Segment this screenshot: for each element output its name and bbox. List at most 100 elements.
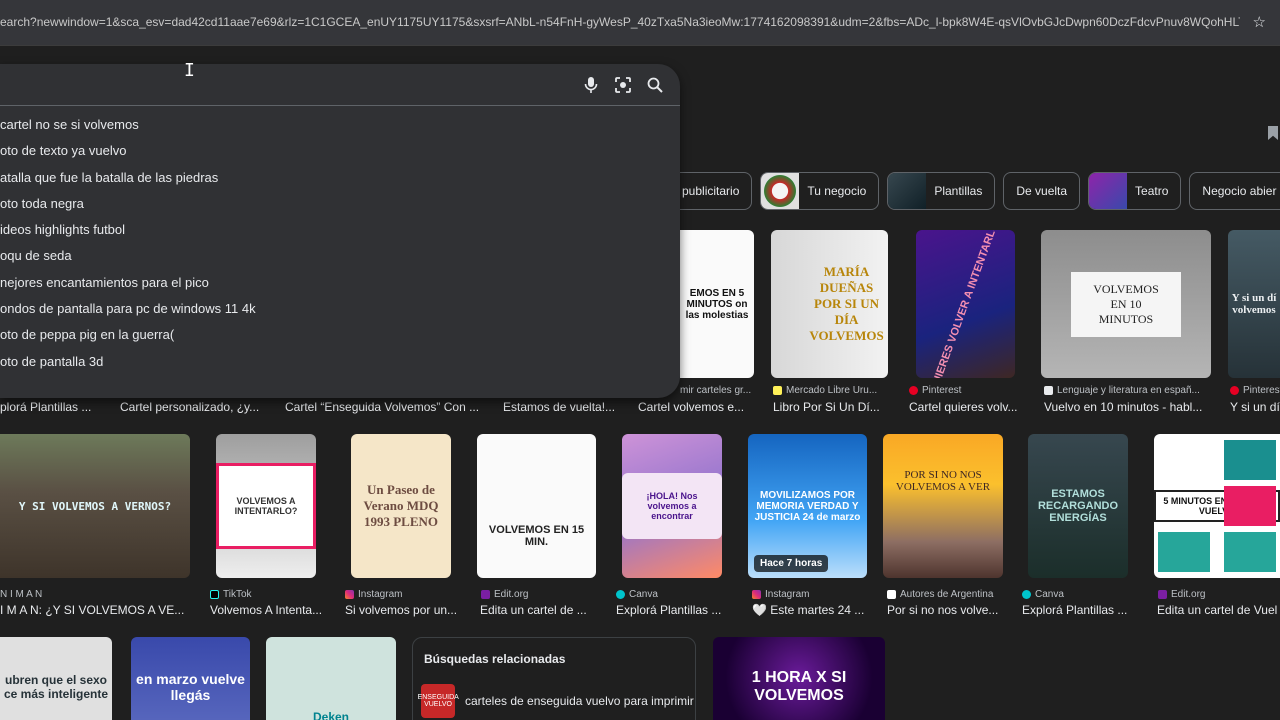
suggestion-item[interactable]: ideos highlights futbol bbox=[0, 217, 680, 243]
image-result[interactable]: ESTAMOS RECARGANDO ENERGÍAS bbox=[1028, 434, 1128, 578]
image-caption[interactable]: Explorá Plantillas ... bbox=[616, 603, 731, 617]
search-input[interactable] bbox=[12, 74, 552, 96]
image-caption[interactable]: 🤍 Este martes 24 ... bbox=[752, 603, 867, 617]
image-text: Un Paseo de Verano MDQ 1993 PLENO bbox=[363, 482, 439, 529]
tiktok-icon bbox=[210, 590, 219, 599]
image-result[interactable]: 1 HORA X SI VOLVEMOS bbox=[713, 637, 885, 720]
source-name: Edit.org bbox=[1171, 589, 1206, 600]
suggestion-item[interactable]: ondos de pantalla para pc de windows 11 … bbox=[0, 296, 680, 322]
source-name: Pinterest bbox=[922, 385, 962, 396]
star-icon[interactable]: ☆ bbox=[1253, 13, 1266, 31]
suggestion-item[interactable]: oto toda negra bbox=[0, 191, 680, 217]
image-result[interactable]: MOVILIZAMOS POR MEMORIA VERDAD Y JUSTICI… bbox=[748, 434, 867, 578]
image-text: POR SI NO NOS VOLVEMOS A VER bbox=[895, 469, 991, 493]
image-text: 1 HORA X SI VOLVEMOS bbox=[751, 669, 847, 704]
image-text: VOLVEMOS A INTENTARLO? bbox=[216, 463, 316, 549]
image-caption[interactable]: I M A N: ¿Y SI VOLVEMOS A VE... bbox=[0, 603, 190, 617]
image-caption[interactable]: Vuelvo en 10 minutos - habl... bbox=[1044, 400, 1214, 414]
chip-label: Teatro bbox=[1135, 184, 1169, 198]
suggestion-item[interactable]: nejores encantamientos para el pico bbox=[0, 270, 680, 296]
suggestion-item[interactable]: oto de peppa pig en la guerra( bbox=[0, 322, 680, 348]
image-result[interactable]: Y SI VOLVEMOS A VERNOS? bbox=[0, 434, 190, 578]
image-caption[interactable]: plorá Plantillas ... bbox=[0, 400, 100, 414]
suggestion-item[interactable]: atalla que fue la batalla de las piedras bbox=[0, 165, 680, 191]
canva-icon bbox=[616, 590, 625, 599]
suggestion-list: cartel no se si volvemos oto de texto ya… bbox=[0, 112, 680, 375]
image-result[interactable]: POR SI NO NOS VOLVEMOS A VER bbox=[883, 434, 1003, 578]
suggestion-item[interactable]: cartel no se si volvemos bbox=[0, 112, 680, 138]
chip-label: publicitario bbox=[682, 184, 740, 198]
image-caption[interactable]: Edita un cartel de ... bbox=[480, 603, 595, 617]
image-result[interactable]: MARÍA DUEÑAS POR SI UN DÍA VOLVEMOS bbox=[771, 230, 888, 378]
browser-address-bar[interactable]: earch?newwindow=1&sca_esv=dad42cd11aae7e… bbox=[0, 0, 1280, 46]
image-result[interactable]: Y si un dí volvemos bbox=[1228, 230, 1280, 378]
chip-thumbnail bbox=[1089, 173, 1128, 209]
image-source[interactable]: Autores de Argentina bbox=[887, 589, 1012, 600]
image-source[interactable]: Pinterest bbox=[1230, 385, 1280, 396]
editorg-icon bbox=[481, 590, 490, 599]
related-search-item[interactable]: ENSEGUIDA VUELVO carteles de enseguida v… bbox=[418, 684, 694, 718]
image-text: MOVILIZAMOS POR MEMORIA VERDAD Y JUSTICI… bbox=[754, 489, 861, 523]
image-result[interactable]: Un Paseo de Verano MDQ 1993 PLENO bbox=[351, 434, 451, 578]
image-caption[interactable]: Cartel “Enseguida Volvemos” Con ... bbox=[285, 400, 485, 414]
image-source[interactable]: TikTok bbox=[210, 589, 330, 600]
image-result[interactable]: VOLVEMOS EN 15 MIN. bbox=[477, 434, 596, 578]
image-source[interactable]: Edit.org bbox=[1158, 589, 1278, 600]
chip-de-vuelta[interactable]: De vuelta bbox=[1003, 172, 1081, 210]
chip-publicitario[interactable]: publicitario bbox=[676, 172, 753, 210]
image-result[interactable]: 5 MINUTOS EN SEGUIDA VUELVO bbox=[1154, 434, 1280, 578]
image-source[interactable]: Instagram bbox=[752, 589, 872, 600]
image-result[interactable]: Deken bbox=[266, 637, 396, 720]
image-text: ubren que el sexo ce más inteligente bbox=[3, 673, 109, 701]
instagram-icon bbox=[752, 590, 761, 599]
suggestion-item[interactable]: oto de texto ya vuelvo bbox=[0, 138, 680, 164]
image-caption[interactable]: Estamos de vuelta!... bbox=[503, 400, 623, 414]
chip-thumbnail bbox=[888, 173, 927, 209]
image-caption[interactable]: Cartel personalizado, ¿y... bbox=[120, 400, 270, 414]
image-result[interactable]: en marzo vuelve llegás bbox=[131, 637, 250, 720]
url-text[interactable]: earch?newwindow=1&sca_esv=dad42cd11aae7e… bbox=[0, 15, 1240, 29]
image-caption[interactable]: Libro Por Si Un Dí... bbox=[773, 400, 888, 414]
chip-negocio-abierto[interactable]: Negocio abier bbox=[1189, 172, 1280, 210]
image-text: Deken bbox=[312, 710, 350, 720]
image-caption[interactable]: Si volvemos por un... bbox=[345, 603, 460, 617]
image-text: Y si un dí volvemos bbox=[1231, 292, 1277, 316]
chip-teatro[interactable]: Teatro bbox=[1088, 172, 1182, 210]
chip-tu-negocio[interactable]: Tu negocio bbox=[760, 172, 880, 210]
image-caption[interactable]: Cartel volvemos e... bbox=[638, 400, 748, 414]
suggestion-item[interactable]: oto de pantalla 3d bbox=[0, 349, 680, 375]
image-result[interactable]: VOLVEMOS A INTENTARLO? bbox=[216, 434, 316, 578]
filter-chips: publicitario Tu negocio Plantillas De vu… bbox=[676, 172, 1280, 210]
image-caption[interactable]: Explorá Plantillas ... bbox=[1022, 603, 1137, 617]
image-result[interactable]: ubren que el sexo ce más inteligente bbox=[0, 637, 112, 720]
image-text: EMOS EN 5 MINUTOS on las molestias bbox=[685, 287, 749, 321]
search-icon[interactable] bbox=[644, 74, 666, 96]
source-name: Instagram bbox=[358, 589, 403, 600]
image-caption[interactable]: Y si un dí bbox=[1230, 400, 1280, 414]
image-source[interactable]: Canva bbox=[616, 589, 736, 600]
image-caption[interactable]: Cartel quieres volv... bbox=[909, 400, 1024, 414]
image-result[interactable]: EMOS EN 5 MINUTOS on las molestias bbox=[680, 230, 754, 378]
image-source[interactable]: Mercado Libre Uru... bbox=[773, 385, 888, 396]
image-result[interactable]: ¡HOLA! Nos volvemos a encontrar bbox=[622, 434, 722, 578]
lens-icon[interactable] bbox=[612, 74, 634, 96]
microphone-icon[interactable] bbox=[580, 74, 602, 96]
image-source[interactable]: Lenguaje y literatura en españ... bbox=[1044, 385, 1212, 396]
suggestion-item[interactable]: oqu de seda bbox=[0, 243, 680, 269]
chip-plantillas[interactable]: Plantillas bbox=[887, 172, 996, 210]
image-result[interactable]: QUIERES VOLVER A INTENTARLO? bbox=[916, 230, 1015, 378]
mercadolibre-icon bbox=[773, 386, 782, 395]
image-source[interactable]: Instagram bbox=[345, 589, 465, 600]
image-source[interactable]: Pinterest bbox=[909, 385, 1019, 396]
search-box[interactable] bbox=[0, 64, 680, 106]
bookmark-icon[interactable] bbox=[1268, 126, 1278, 140]
image-source[interactable]: N I M A N bbox=[0, 589, 120, 600]
pinterest-icon bbox=[909, 386, 918, 395]
image-caption[interactable]: Volvemos A Intenta... bbox=[210, 603, 325, 617]
image-caption[interactable]: Por si no nos volve... bbox=[887, 603, 1002, 617]
image-caption[interactable]: Edita un cartel de Vuel bbox=[1157, 603, 1280, 617]
image-source[interactable]: mir carteles gr... bbox=[680, 385, 760, 396]
image-source[interactable]: Edit.org bbox=[481, 589, 601, 600]
image-source[interactable]: Canva bbox=[1022, 589, 1142, 600]
image-result[interactable]: VOLVEMOS EN 10 MINUTOS bbox=[1041, 230, 1211, 378]
